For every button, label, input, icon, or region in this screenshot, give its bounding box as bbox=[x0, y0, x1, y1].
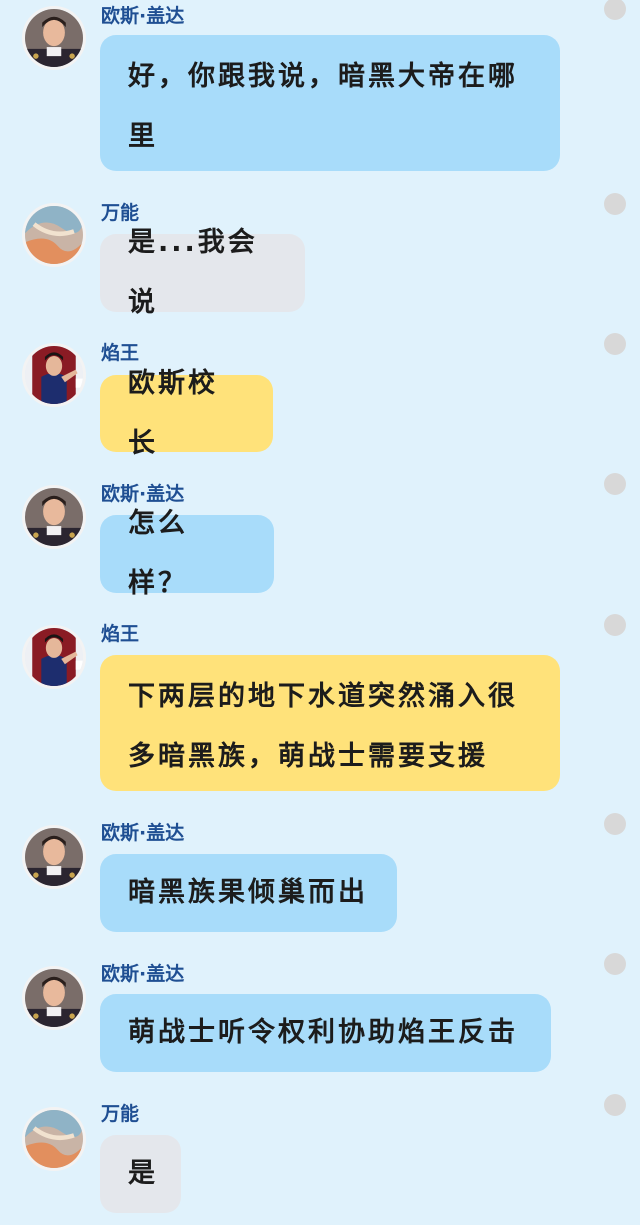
wanneng-avatar[interactable] bbox=[22, 203, 86, 267]
sender-name: 欧斯·盖达 bbox=[101, 5, 185, 27]
sender-name: 焰王 bbox=[101, 623, 140, 645]
oscar-avatar[interactable] bbox=[22, 825, 86, 889]
message-bubble[interactable]: 欧斯校长 bbox=[100, 368, 273, 459]
oscar-avatar[interactable] bbox=[22, 966, 86, 1030]
yanwang-avatar[interactable] bbox=[22, 343, 86, 407]
sender-name: 欧斯·盖达 bbox=[101, 963, 185, 985]
chat-thread: 欧斯·盖达 好，你跟我说，暗黑大帝在哪里 万能 是...我会说 焰王 欧斯校长 … bbox=[0, 0, 640, 1225]
sender-name: 万能 bbox=[101, 1103, 140, 1125]
sender-name: 欧斯·盖达 bbox=[101, 822, 185, 844]
oscar-avatar[interactable] bbox=[22, 6, 86, 70]
message-menu-dot[interactable] bbox=[604, 1094, 626, 1116]
message-bubble[interactable]: 暗黑族果倾巢而出 bbox=[100, 854, 397, 932]
message-bubble[interactable]: 好，你跟我说，暗黑大帝在哪里 bbox=[100, 35, 560, 171]
yanwang-avatar[interactable] bbox=[22, 625, 86, 689]
wanneng-avatar[interactable] bbox=[22, 1107, 86, 1171]
message-menu-dot[interactable] bbox=[604, 333, 626, 355]
oscar-avatar[interactable] bbox=[22, 485, 86, 549]
message-bubble[interactable]: 是...我会说 bbox=[100, 227, 305, 318]
message-menu-dot[interactable] bbox=[604, 953, 626, 975]
message-menu-dot[interactable] bbox=[604, 193, 626, 215]
message-bubble[interactable]: 是 bbox=[100, 1135, 181, 1213]
message-bubble[interactable]: 下两层的地下水道突然涌入很多暗黑族，萌战士需要支援 bbox=[100, 655, 560, 791]
message-menu-dot[interactable] bbox=[604, 0, 626, 20]
message-bubble[interactable]: 萌战士听令权利协助焰王反击 bbox=[100, 994, 551, 1072]
message-bubble[interactable]: 怎么样？ bbox=[100, 508, 274, 599]
message-menu-dot[interactable] bbox=[604, 813, 626, 835]
message-menu-dot[interactable] bbox=[604, 614, 626, 636]
message-menu-dot[interactable] bbox=[604, 473, 626, 495]
